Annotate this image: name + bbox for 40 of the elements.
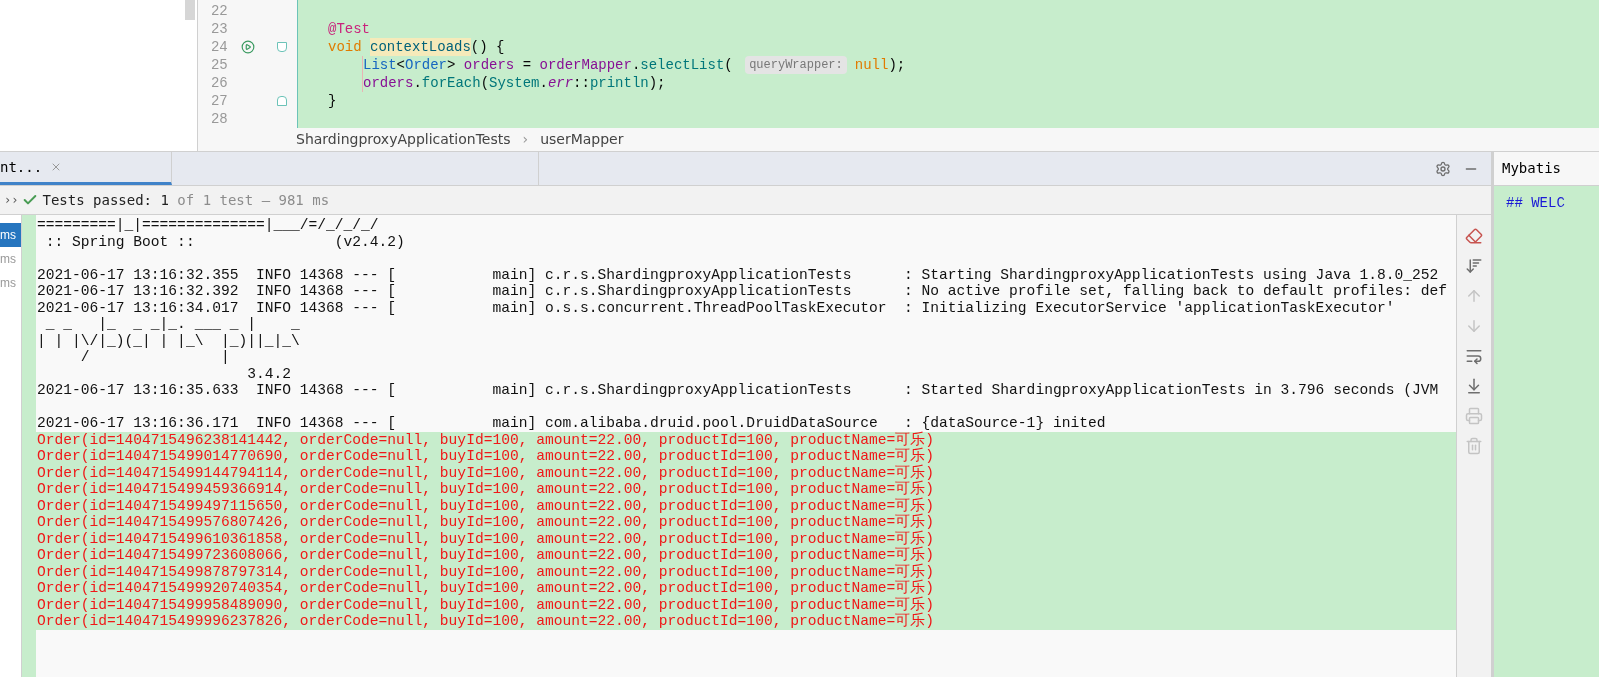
code-line: } xyxy=(328,92,337,110)
console-line: :: Spring Boot :: (v2.4.2) xyxy=(44,233,405,250)
wrap-icon[interactable] xyxy=(1465,347,1483,365)
code-line: orders.forEach(System.err::println); xyxy=(362,74,666,92)
console-line: 2021-06-17 13:16:32.392 INFO 14368 --- [ main] c.r.s.ShardingproxyApplicationTests : No active profile set, falling back to default profiles: def xyxy=(36,283,1447,300)
console-line: 2021-06-17 13:16:36.171 INFO 14368 --- [ main] com.alibaba.druid.pool.DruidDataSource : {dataSource-1} inited xyxy=(36,415,1106,431)
code-line: List<Order> orders = orderMapper.selectList( queryWrapper: null); xyxy=(362,56,906,74)
welcome-text: ## WELC xyxy=(1506,195,1565,211)
clear-icon[interactable] xyxy=(1465,227,1483,245)
breadcrumb-item[interactable]: ShardingproxyApplicationTests xyxy=(296,129,511,150)
console-line: 2021-06-17 13:16:32.355 INFO 14368 --- [ main] c.r.s.ShardingproxyApplicationTests : Starting ShardingproxyApplicationTests using Java 1.8.0_252 xyxy=(36,266,1439,283)
test-status: Tests passed: 1 of 1 test – 981 ms xyxy=(42,190,330,210)
line-number: 24 xyxy=(209,38,228,56)
console-line: 3.4.2 xyxy=(246,365,292,382)
console-line: / | xyxy=(79,349,231,366)
line-number: 26 xyxy=(209,74,228,92)
code-line: void contextLoads() { xyxy=(328,38,505,56)
line-number: 25 xyxy=(209,56,228,74)
fold-icon[interactable] xyxy=(277,42,288,52)
fold-icon[interactable] xyxy=(277,96,288,106)
console-line: =========|_|==============|___/=/_/_/_/ xyxy=(36,217,379,234)
code-line: @Test xyxy=(328,20,370,38)
scroll-to-end-icon[interactable] xyxy=(1465,377,1483,395)
line-number: 23 xyxy=(209,20,228,38)
scrollbar-thumb[interactable] xyxy=(185,0,195,20)
console-line: | | |\/|_)(_| | |_\ |_)||_|_\ xyxy=(36,332,301,349)
line-number: 22 xyxy=(209,2,228,20)
panel-title[interactable]: Mybatis xyxy=(1494,152,1599,186)
line-number: 27 xyxy=(209,92,228,110)
console-line: 2021-06-17 13:16:35.633 INFO 14368 --- [ main] c.r.s.ShardingproxyApplicationTests : Started ShardingproxyApplicationTests in 3.796 seconds (JVM xyxy=(36,382,1439,399)
run-test-icon[interactable] xyxy=(240,40,255,54)
expand-icon[interactable]: ›› xyxy=(0,191,19,209)
console-line: _ _ |_ _ _|_. ___ _ | _ xyxy=(44,316,301,333)
line-number: 28 xyxy=(209,110,228,128)
sort-icon[interactable] xyxy=(1465,257,1483,275)
settings-icon[interactable] xyxy=(1435,160,1451,177)
breadcrumb-item[interactable]: userMapper xyxy=(540,129,624,150)
console-line: 2021-06-17 13:16:34.017 INFO 14368 --- [ main] o.s.s.concurrent.ThreadPoolTaskExecutor : Initializing ExecutorService 'applicationTaskExecutor' xyxy=(36,299,1395,316)
breadcrumb-separator: › xyxy=(522,130,529,149)
test-item[interactable]: ms xyxy=(0,223,21,247)
